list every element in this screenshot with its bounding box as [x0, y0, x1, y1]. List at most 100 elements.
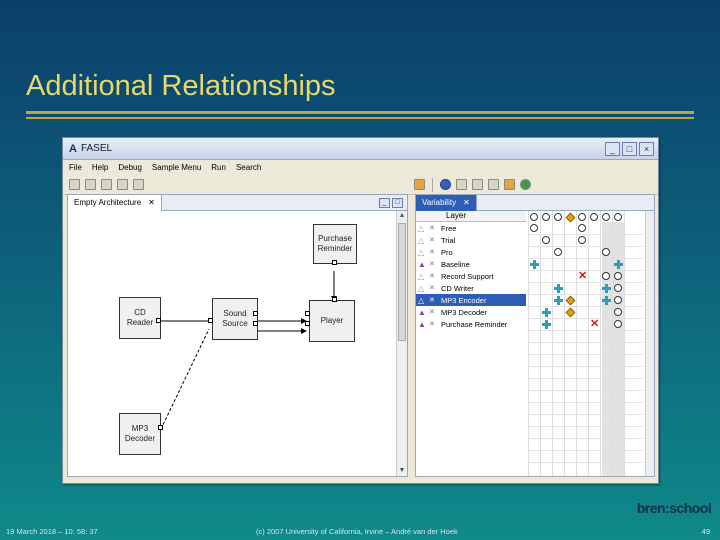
- layer-triangle-icon: △: [418, 271, 425, 281]
- row-label: Trial: [441, 235, 456, 245]
- tab-variability[interactable]: Variability ✕: [416, 194, 477, 211]
- cell-plus-icon: [602, 296, 611, 305]
- title-rule: [26, 111, 694, 114]
- port: [158, 425, 163, 430]
- port: [208, 318, 213, 323]
- node-purchase-reminder[interactable]: Purchase Reminder: [313, 224, 357, 264]
- layer-triangle-icon: △: [418, 283, 425, 293]
- node-mp3-decoder[interactable]: MP3 Decoder: [119, 413, 161, 455]
- cell-plus-icon: [554, 296, 563, 305]
- cell-circle-icon: [578, 224, 586, 232]
- list-item-selected[interactable]: △ ✕ MP3 Encoder: [416, 294, 526, 306]
- scroll-down-icon[interactable]: ▼: [397, 466, 407, 476]
- grid-icon[interactable]: [456, 179, 467, 190]
- run-icon[interactable]: [520, 179, 531, 190]
- menu-search[interactable]: Search: [236, 163, 261, 172]
- cell-circle-icon: [614, 296, 622, 304]
- row-label: MP3 Decoder: [441, 307, 487, 317]
- menu-file[interactable]: File: [69, 163, 82, 172]
- menu-sample[interactable]: Sample Menu: [152, 163, 201, 172]
- list-item[interactable]: ▲ ✕ MP3 Decoder: [416, 306, 526, 318]
- toolbar: [63, 175, 658, 195]
- menu-help[interactable]: Help: [92, 163, 108, 172]
- scroll-up-icon[interactable]: ▲: [397, 211, 407, 221]
- panel-minimize-button[interactable]: _: [379, 197, 390, 208]
- maximize-button[interactable]: □: [622, 141, 637, 156]
- feature-icon: ✕: [429, 309, 435, 316]
- port: [156, 318, 161, 323]
- new-icon[interactable]: [69, 179, 80, 190]
- delete-icon[interactable]: [85, 179, 96, 190]
- layer-triangle-icon: △: [418, 223, 425, 233]
- panel-maximize-button[interactable]: □: [392, 197, 403, 208]
- cell-plus-icon: [554, 284, 563, 293]
- close-icon[interactable]: ✕: [148, 198, 155, 207]
- diagram-scrollbar[interactable]: ▲ ▼: [396, 211, 407, 476]
- list-item[interactable]: ▲ ✕ Purchase Reminder: [416, 318, 526, 330]
- port: [253, 321, 258, 326]
- list-item[interactable]: △ ✕ Free: [416, 222, 526, 234]
- cell-plus-icon: [542, 308, 551, 317]
- list-item[interactable]: ▲ ✕ Baseline: [416, 258, 526, 270]
- properties-icon[interactable]: [117, 179, 128, 190]
- cell-circle-icon: [614, 284, 622, 292]
- cell-circle-icon: [542, 236, 550, 244]
- menu-run[interactable]: Run: [211, 163, 226, 172]
- tab-label: Empty Architecture: [74, 198, 142, 207]
- cell-circle-icon: [530, 224, 538, 232]
- header-circle-icon: [542, 213, 550, 221]
- list-item[interactable]: △ ✕ Trial: [416, 234, 526, 246]
- feature-icon: ✕: [429, 297, 435, 304]
- close-button[interactable]: ×: [639, 141, 654, 156]
- row-label: MP3 Encoder: [441, 295, 487, 305]
- edit-icon[interactable]: [101, 179, 112, 190]
- cell-circle-icon: [578, 236, 586, 244]
- header-circle-icon: [530, 213, 538, 221]
- header-circle-icon: [614, 213, 622, 221]
- cell-circle-icon: [602, 248, 610, 256]
- row-label: Pro: [441, 247, 453, 257]
- footer-copyright: (c) 2007 University of California, Irvin…: [256, 527, 458, 536]
- node-player[interactable]: Player: [309, 300, 355, 342]
- undo-icon[interactable]: [133, 179, 144, 190]
- cell-diamond-icon: [565, 295, 576, 306]
- list-item[interactable]: △ ✕ Record Support: [416, 270, 526, 282]
- folder-icon[interactable]: [414, 179, 425, 190]
- port: [305, 311, 310, 316]
- scroll-thumb[interactable]: [398, 223, 406, 341]
- pin-icon[interactable]: [504, 179, 515, 190]
- feature-icon: ✕: [429, 273, 435, 280]
- menubar: File Help Debug Sample Menu Run Search: [63, 160, 658, 175]
- layer-triangle-icon: ▲: [418, 259, 426, 269]
- architecture-panel: Empty Architecture ✕ _ □ Purchase Remind…: [67, 194, 408, 477]
- menu-debug[interactable]: Debug: [118, 163, 142, 172]
- globe-icon[interactable]: [440, 179, 451, 190]
- title-rule-thin: [26, 117, 694, 119]
- feature-icon: ✕: [429, 285, 435, 292]
- arrows-icon[interactable]: [488, 179, 499, 190]
- variability-scrollbar[interactable]: [645, 211, 654, 476]
- row-label: Baseline: [441, 259, 470, 269]
- port: [332, 297, 337, 302]
- list-item[interactable]: △ ✕ Pro: [416, 246, 526, 258]
- node-sound-source[interactable]: Sound Source: [212, 298, 258, 340]
- tab-empty-architecture[interactable]: Empty Architecture ✕: [68, 194, 162, 211]
- header-circle-icon: [554, 213, 562, 221]
- minimize-button[interactable]: _: [605, 141, 620, 156]
- port: [253, 311, 258, 316]
- close-icon[interactable]: ✕: [463, 198, 470, 207]
- app-window: A FASEL _ □ × File Help Debug Sample Men…: [62, 137, 659, 484]
- feature-icon: ✕: [429, 225, 435, 232]
- layer-triangle-icon: △: [418, 235, 425, 245]
- header-circle-icon: [578, 213, 586, 221]
- port: [305, 321, 310, 326]
- cell-x-icon: ✕: [578, 270, 588, 282]
- layer-triangle-icon: ▲: [418, 307, 426, 317]
- cell-circle-icon: [614, 320, 622, 328]
- layer-triangle-icon: △: [418, 247, 425, 257]
- cell-diamond-icon: [565, 307, 576, 318]
- window-titlebar: A FASEL _ □ ×: [63, 138, 658, 160]
- node-cd-reader[interactable]: CD Reader: [119, 297, 161, 339]
- list-item[interactable]: △ ✕ CD Writer: [416, 282, 526, 294]
- settings-icon[interactable]: [472, 179, 483, 190]
